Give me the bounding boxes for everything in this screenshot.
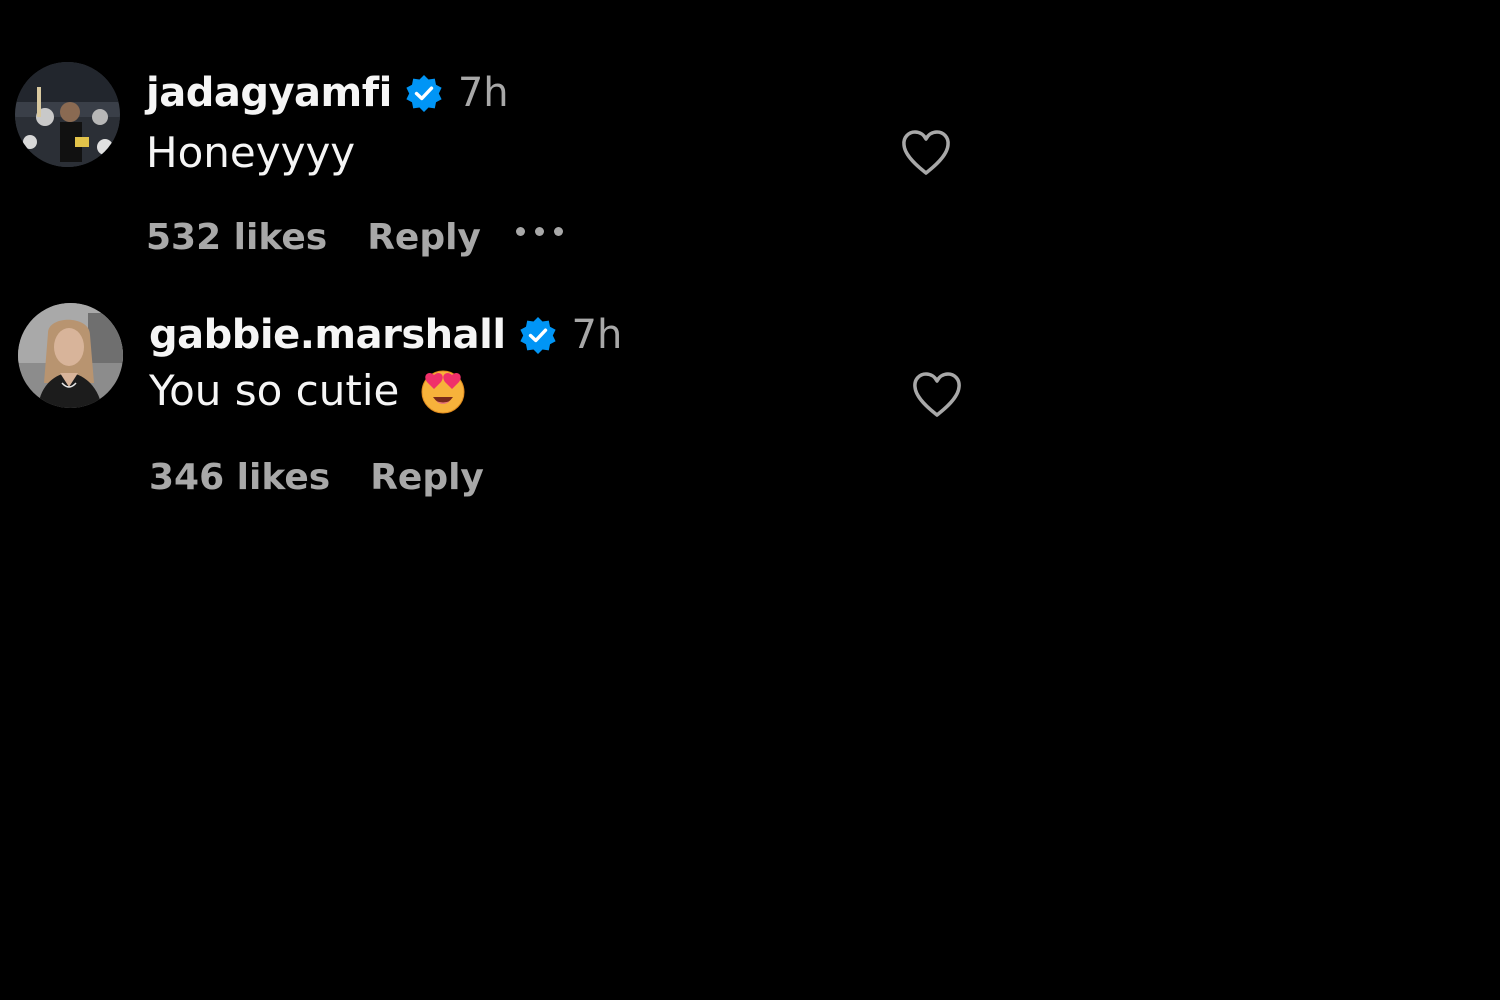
- comment-item: gabbie.marshall 7h You so cutie 346 like…: [0, 240, 1000, 498]
- comment-timestamp: 7h: [571, 312, 623, 358]
- comment-text-row: Honeyyyy: [146, 128, 355, 177]
- reply-button[interactable]: Reply: [370, 457, 484, 498]
- more-options-icon[interactable]: [516, 227, 563, 236]
- avatar[interactable]: [18, 303, 123, 408]
- comment-timestamp: 7h: [457, 70, 509, 116]
- comment-item: jadagyamfi 7h Honeyyyy 532 likes Reply: [0, 0, 1000, 258]
- comment-username[interactable]: jadagyamfi: [146, 70, 392, 116]
- likes-count[interactable]: 346 likes: [149, 457, 330, 498]
- verified-badge-icon: [404, 73, 444, 113]
- comment-username[interactable]: gabbie.marshall: [149, 312, 506, 358]
- heart-eyes-emoji-icon: [419, 367, 467, 415]
- like-heart-icon[interactable]: [911, 371, 963, 419]
- comment-text: Honeyyyy: [146, 128, 356, 177]
- like-heart-icon[interactable]: [900, 129, 952, 177]
- verified-badge-icon: [518, 315, 558, 355]
- avatar[interactable]: [15, 62, 120, 167]
- comment-text: You so cutie: [149, 366, 400, 415]
- comment-text-row: You so cutie: [149, 366, 467, 415]
